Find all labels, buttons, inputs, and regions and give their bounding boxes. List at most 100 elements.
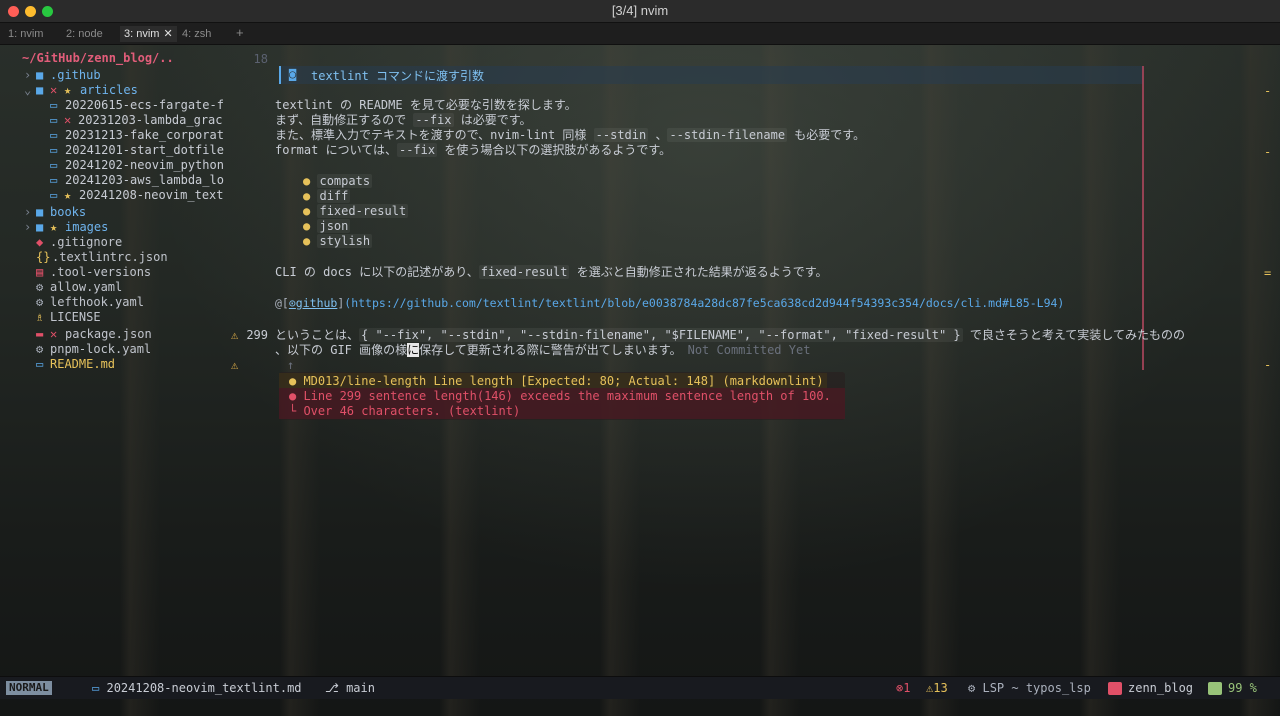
markdown-icon: ▭	[92, 681, 100, 695]
bullet-icon: ●	[303, 204, 311, 218]
inline-code: diff	[317, 189, 351, 203]
inline-code: stylish	[317, 234, 373, 248]
list-item: ● json	[303, 219, 351, 234]
list-item: ● stylish	[303, 234, 373, 249]
editor-buffer[interactable]: textlint の README を見て必要な引数を探します。 まず、自動修正…	[275, 44, 1275, 676]
tree-item-label: .textlintrc.json	[52, 250, 168, 264]
config-icon: ▤	[36, 265, 44, 279]
text-cursor: に	[407, 343, 420, 357]
line-text: format については、	[275, 143, 397, 157]
markdown-icon: ▭	[50, 113, 58, 127]
link-text[interactable]: github	[296, 296, 338, 310]
markdown-icon: ▭	[50, 188, 58, 202]
folder-icon	[1108, 682, 1122, 695]
markdown-icon: ▭	[50, 128, 58, 142]
chevron-right-icon: ›	[24, 220, 32, 234]
folder-open-icon: ■	[36, 83, 44, 97]
folder-icon: ■	[36, 205, 44, 219]
status-lsp[interactable]: ⚙ LSP ~ typos_lsp	[968, 677, 1091, 699]
line-text: まず、自動修正するので	[275, 113, 414, 127]
diagnostic-error-detail: └ Over 46 characters. (textlint)	[289, 404, 520, 419]
tree-item-label: 20241203-aws_lambda_lo	[65, 173, 224, 187]
line-text: を選ぶと自動修正された結果が返るようです。	[569, 265, 828, 279]
line-text: は必要です。	[453, 113, 532, 127]
arrow-up-icon: ↑	[287, 358, 295, 372]
tree-item-label: lefthook.yaml	[50, 295, 144, 309]
markdown-icon: ▭	[50, 158, 58, 172]
sign-marker: -	[1264, 145, 1272, 159]
gear-icon: ⚙	[968, 681, 976, 695]
git-branch-icon: ⎇	[325, 681, 339, 695]
diagnostic-text: ● Line 299 sentence length(146) exceeds …	[289, 389, 831, 403]
chevron-right-icon: ›	[24, 68, 32, 82]
tree-item-label: books	[50, 205, 87, 219]
tree-item-label: LICENSE	[50, 310, 101, 324]
line-text: 、以下の GIF 画像の様	[275, 343, 408, 357]
github-icon: ⊙	[288, 296, 296, 310]
sign-marker: =	[1264, 266, 1272, 280]
tmux-tab-bar: 1: nvim 2: node 3: nvim ✕ 4: zsh +	[0, 23, 1280, 45]
status-warnings[interactable]: ⚠13	[926, 677, 948, 699]
tab-node[interactable]: 2: node	[62, 26, 107, 42]
window-titlebar: [3/4] nvim	[0, 0, 1280, 23]
new-tab-button[interactable]: +	[236, 25, 244, 40]
text-line: format については、 --fix を使う場合以下の選択肢があるようです。	[275, 143, 671, 158]
tree-item-label: pnpm-lock.yaml	[50, 342, 152, 356]
line-text: 保存して更新される際に警告が出てしまいます。	[419, 343, 676, 357]
tree-item-label: .github	[50, 68, 101, 82]
markdown-icon: ▭	[50, 98, 58, 112]
tree-item-label: 20220615-ecs-fargate-f	[65, 98, 224, 112]
link-url[interactable]: (https://github.com/textlint/textlint/bl…	[344, 296, 1064, 310]
list-item: ● diff	[303, 189, 351, 204]
sign-marker: -	[1264, 84, 1272, 98]
status-errors[interactable]: ⊗1	[896, 677, 910, 699]
warning-icon: ⚠	[231, 358, 239, 372]
status-percent-text: 99 %	[1228, 681, 1257, 695]
tree-item-label: allow.yaml	[50, 280, 123, 294]
close-tab-icon[interactable]: ✕	[163, 28, 172, 40]
list-item: ● compats	[303, 174, 373, 189]
status-filename: ▭ 20241208-neovim_textlint.md	[92, 677, 302, 699]
explorer-root-path[interactable]: ~/GitHub/zenn_blog/..	[22, 51, 174, 65]
embed-link-line: @[⊙github](https://github.com/textlint/t…	[275, 296, 1064, 311]
bullet-icon: ●	[303, 219, 311, 233]
tree-item-label: README.md	[50, 357, 116, 371]
tree-item-label: 20241201-start_dotfile	[65, 143, 224, 157]
text-line: まず、自動修正するので --fix は必要です。	[275, 113, 532, 128]
line-number-current: 299	[246, 328, 268, 342]
tree-item-label: 20241202-neovim_python	[65, 158, 224, 172]
scroll-icon	[1208, 682, 1222, 695]
inline-code: --stdin-filename	[667, 128, 788, 142]
status-branch-text: main	[346, 681, 375, 695]
status-project: zenn_blog	[1108, 677, 1193, 699]
gear-icon: ⚙	[36, 342, 44, 356]
json-icon: {}	[36, 250, 51, 264]
inline-code: fixed-result	[317, 204, 409, 218]
markdown-icon: ▭	[50, 173, 58, 187]
folder-icon: ■	[36, 68, 44, 82]
line-text: を使う場合以下の選択肢があるようです。	[437, 143, 672, 157]
tree-item-label: package.json	[65, 327, 152, 341]
tree-item-label: images	[65, 220, 109, 234]
gear-icon: ⚙	[36, 295, 44, 309]
tab-nvim-3[interactable]: 3: nvim ✕	[120, 26, 177, 42]
diagnostic-error: ● Line 299 sentence length(146) exceeds …	[289, 389, 831, 404]
text-line-current: ということは、{ "--fix", "--stdin", "--stdin-fi…	[275, 328, 1185, 343]
text-line: また、標準入力でテキストを渡すので、nvim-lint 同様 --stdin 、…	[275, 128, 865, 143]
line-text: textlint の README を見て必要な引数を探します。	[275, 98, 577, 112]
status-lsp-text: LSP ~ typos_lsp	[982, 681, 1091, 695]
bullet-icon: ●	[303, 234, 311, 248]
chevron-down-icon: ⌄	[24, 83, 32, 97]
text-line: CLI の docs に以下の記述があり、 fixed-result を選ぶと自動…	[275, 265, 828, 280]
text-line-wrapped: 、以下の GIF 画像の様に保存して更新される際に警告が出てしまいます。 Not…	[275, 343, 810, 358]
tab-nvim-1[interactable]: 1: nvim	[4, 26, 47, 42]
modified-mark-icon: ✕	[50, 83, 58, 97]
tree-item-label: 20231203-lambda_grac	[78, 113, 223, 127]
tab-zsh[interactable]: 4: zsh	[178, 26, 215, 42]
bullet-icon: ●	[303, 189, 311, 203]
star-icon: ★	[64, 188, 72, 202]
diagnostic-text: ● MD013/line-length Line length [Expecte…	[289, 374, 824, 388]
link-bracket: @[	[275, 296, 289, 310]
line-number: 18	[253, 52, 268, 66]
mode-indicator: NORMAL	[6, 681, 52, 695]
